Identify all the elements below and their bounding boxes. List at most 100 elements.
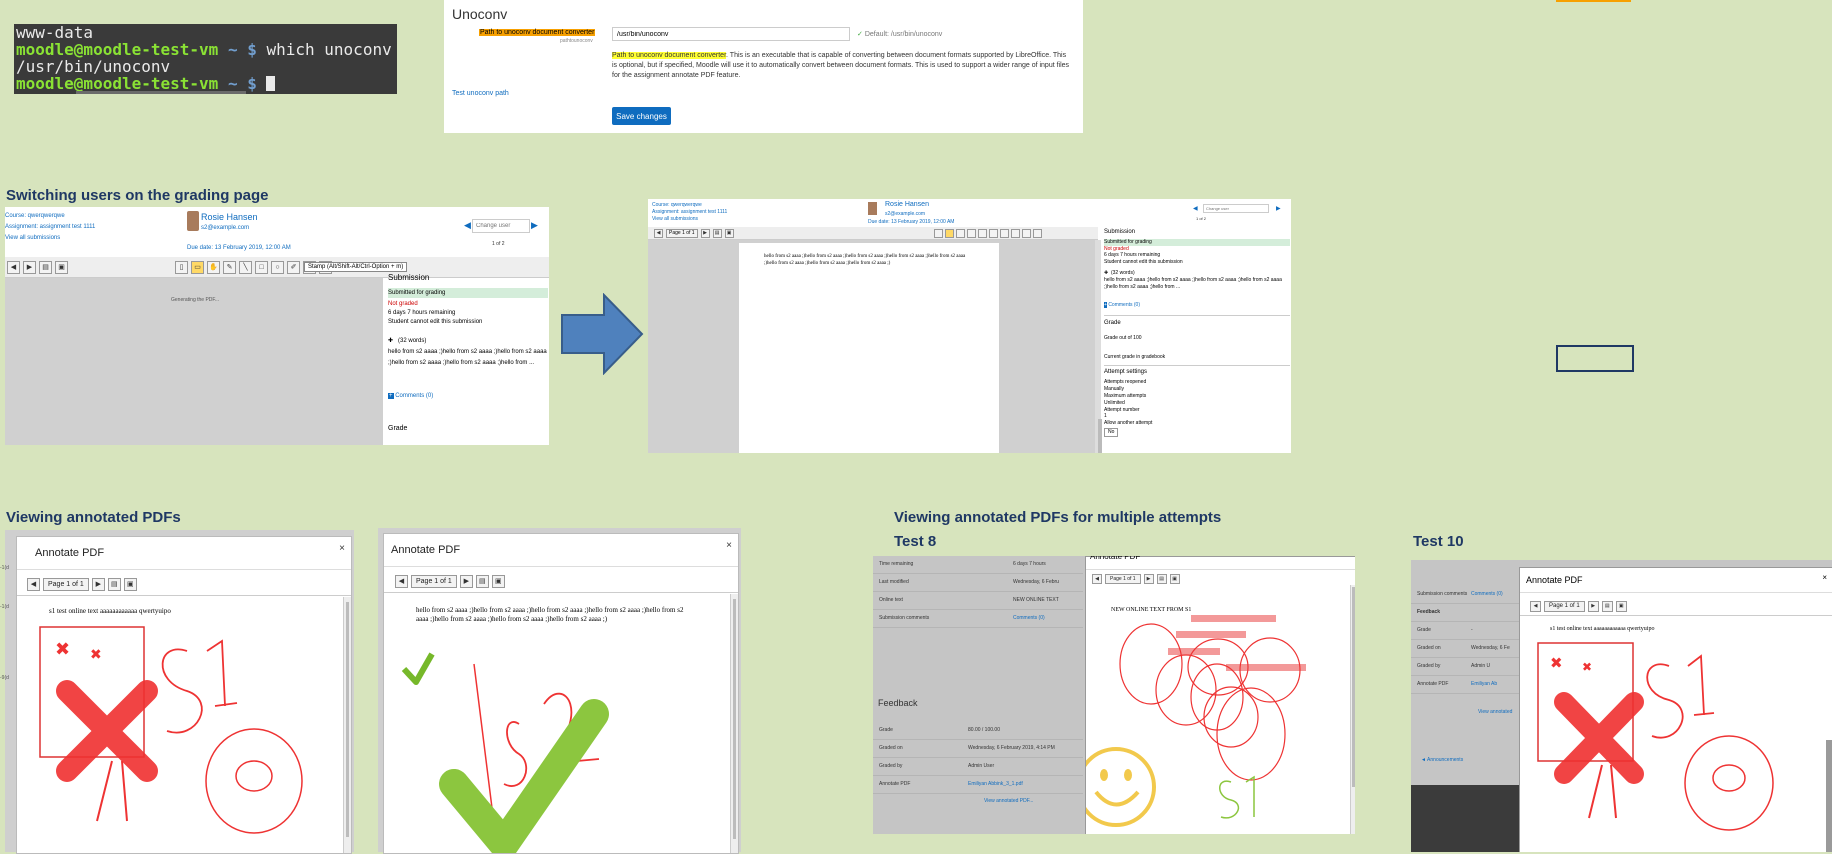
s1-next-page-icon[interactable]: ▶ [91,577,105,591]
s2-prev-page-icon[interactable]: ◀ [395,574,408,588]
course-link[interactable]: Course: qwerqwerqwe [5,213,65,219]
s2-close-icon[interactable]: × [726,540,732,551]
assignment-link[interactable]: Assignment: assignment test 1111 [5,224,95,230]
selection-rectangle[interactable] [1556,345,1634,372]
prev-page-icon[interactable]: ◀ [7,260,20,274]
next-user-icon[interactable]: ▶ [531,220,538,231]
s2-next-page-icon[interactable]: ▶ [459,574,473,588]
test8-submission-table: Time remaining 6 days 7 hours Last modifie… [873,556,1083,628]
s2-scrollbar[interactable] [730,594,738,853]
after-line-tool-icon[interactable] [978,229,987,238]
after-course-link[interactable]: Course: qwerqwerqwe [652,202,702,208]
s2-search-icon[interactable]: ▤ [475,574,489,588]
test10-divider [1520,592,1832,593]
after-next-user-icon[interactable]: ▶ [1276,205,1281,212]
pen-tool-icon[interactable]: ✎ [223,260,236,274]
test8-divider [1086,569,1355,570]
test8-submission-row-label: Time remaining [879,561,914,567]
user-name[interactable]: Rosie Hansen [201,212,258,222]
test-unoconv-link[interactable]: Test unoconv path [452,90,509,97]
announcements-link[interactable]: ◄ Announcements [1421,757,1463,763]
after-allow-select[interactable]: No [1104,427,1119,437]
change-user-input[interactable] [472,219,530,233]
after-pan-tool-icon[interactable] [956,229,965,238]
test10-next-page-icon[interactable]: ▶ [1587,600,1599,612]
oval-tool-icon[interactable]: ○ [271,260,284,274]
after-plus-icon[interactable]: ✚ [1104,270,1108,276]
highlight-tool-icon[interactable]: ✐ [287,260,300,274]
after-pen-tool-icon[interactable] [967,229,976,238]
test10-view-annotated-link[interactable]: View annotated [1478,709,1512,715]
comment-tool-icon[interactable]: ▭ [191,260,204,274]
pdf-area [5,278,383,445]
next-page-icon[interactable]: ▶ [23,260,36,274]
after-attempt-number: Attempt number [1104,406,1140,413]
after-comments-link[interactable]: + Comments (0) [1104,302,1290,309]
test8-next-page-icon[interactable]: ▶ [1143,574,1154,584]
grade-heading: Grade [388,425,408,432]
after-assignment-link[interactable]: Assignment: assignment test 1111 [652,209,727,215]
test8-prev-page-icon[interactable]: ◀ [1092,574,1102,584]
test10-search-icon[interactable]: ▤ [1601,600,1613,612]
plus-icon[interactable]: ✚ [388,338,393,344]
after-user-name[interactable]: Rosie Hansen [885,201,929,208]
line-tool-icon[interactable]: ╲ [239,260,252,274]
s1-search-icon[interactable]: ▤ [107,577,121,591]
after-expand-icon[interactable]: ▣ [724,229,734,238]
test8-expand-icon[interactable]: ▣ [1169,574,1180,584]
generating-pdf-message: Generating the PDF... [171,297,220,303]
after-highlight-tool-icon[interactable] [1011,229,1020,238]
test8-annotations [1086,615,1306,827]
unoconv-path-input[interactable] [612,27,850,41]
test10-prev-page-icon[interactable]: ◀ [1530,600,1541,612]
s2-expand-icon[interactable]: ▣ [491,574,505,588]
select-tool-icon[interactable]: ▯ [175,260,188,274]
after-word-count: ✚ (32 words) [1104,270,1290,277]
after-comment-tool-icon[interactable] [945,229,954,238]
after-prev-user-icon[interactable]: ◀ [1193,205,1198,212]
after-search-icon[interactable]: ▤ [712,229,722,238]
test10-close-icon[interactable]: × [1822,573,1827,582]
comment-search-icon[interactable]: ▤ [39,260,52,274]
user-email[interactable]: s2@example.com [201,225,249,231]
test8-feedback-row: Grade 80.00 / 100.00 [873,722,1083,740]
save-changes-button[interactable]: Save changes [612,107,671,125]
after-prev-page-icon[interactable]: ◀ [654,229,663,238]
s1-prev-page-icon[interactable]: ◀ [27,577,40,591]
view-all-submissions-link[interactable]: View all submissions [5,235,60,241]
test10-row-value[interactable]: Comments (0) [1471,591,1503,597]
expand-icon[interactable]: ▣ [55,260,68,274]
after-view-all-link[interactable]: View all submissions [652,216,698,222]
test10-row-value[interactable]: Emiliyan Ab [1471,681,1497,687]
prev-user-icon[interactable]: ◀ [464,220,471,231]
test8-view-annotated-link[interactable]: View annotated PDF... [984,798,1033,804]
s2-divider [384,566,738,567]
arrow-right-icon [561,293,644,375]
after-grade-out-of: Grade out of 100 [1104,334,1142,341]
after-change-user-input[interactable] [1203,204,1269,213]
test8-search-icon[interactable]: ▤ [1156,574,1167,584]
avatar [187,211,199,231]
after-oval-tool-icon[interactable] [1000,229,1009,238]
after-user-email[interactable]: s2@example.com [885,211,925,217]
after-select-tool-icon[interactable] [934,229,943,238]
test8-submission-row-value[interactable]: Comments (0) [1013,615,1045,621]
after-attempt-value: 1 [1104,413,1107,420]
after-comments-expand-icon: + [1104,302,1107,309]
s1-expand-icon[interactable]: ▣ [123,577,137,591]
after-stamp-tool-icon[interactable] [1033,229,1042,238]
test8-feedback-row-value[interactable]: Emiliyan Abbink_3_1.pdf [968,781,1023,787]
after-next-page-icon[interactable]: ▶ [700,229,710,238]
s1-scrollbar[interactable] [343,597,351,853]
after-color-tool-icon[interactable] [1022,229,1031,238]
comments-link[interactable]: + Comments (0) [388,393,548,399]
pan-tool-icon[interactable]: ✋ [207,260,220,274]
rectangle-tool-icon[interactable]: □ [255,260,268,274]
svg-text:✖: ✖ [1550,654,1563,672]
test8-scrollbar[interactable] [1350,585,1355,834]
test10-expand-icon[interactable]: ▣ [1615,600,1627,612]
page-nav-tools: ◀ ▶ ▤ ▣ [7,260,68,274]
s1-close-icon[interactable]: × [339,543,345,554]
after-rect-tool-icon[interactable] [989,229,998,238]
right-edge-scrollbar[interactable] [1826,740,1832,852]
